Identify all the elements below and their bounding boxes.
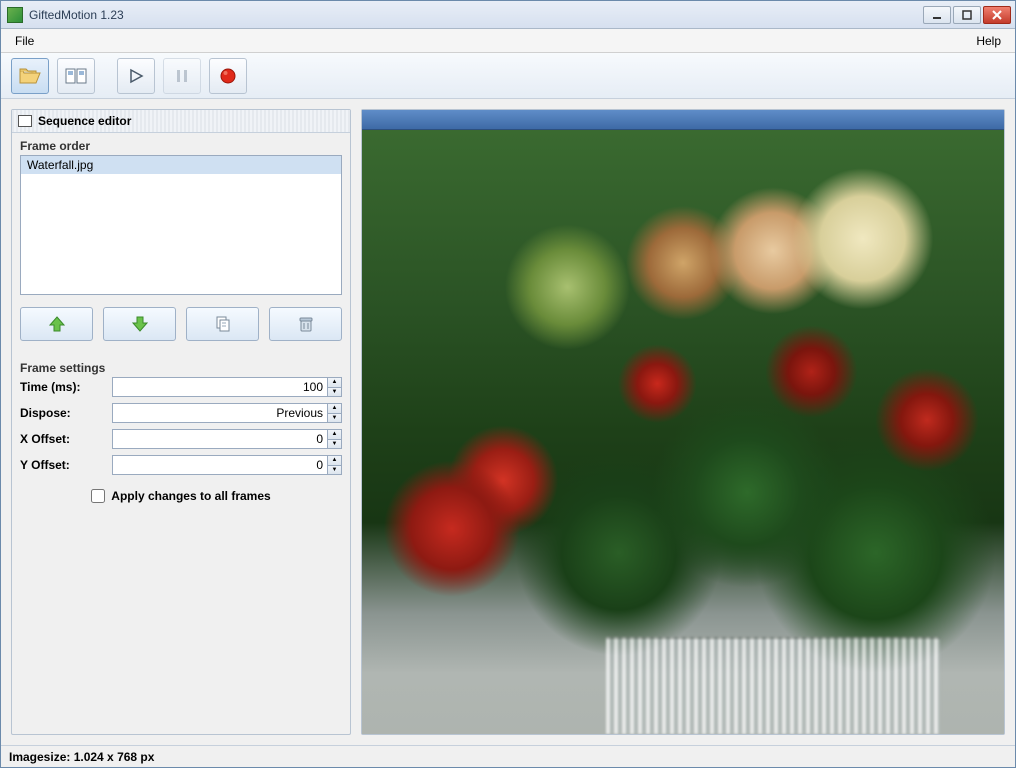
window-controls (923, 6, 1011, 24)
window-title: GiftedMotion 1.23 (29, 8, 923, 22)
xoffset-spin-down[interactable]: ▼ (328, 439, 342, 450)
pause-icon (175, 68, 189, 84)
yoffset-spin-up[interactable]: ▲ (328, 455, 342, 465)
arrow-up-icon (48, 315, 66, 333)
maximize-icon (962, 10, 972, 20)
xoffset-input[interactable] (112, 429, 328, 449)
copy-frame-button[interactable] (186, 307, 259, 341)
yoffset-spin-down[interactable]: ▼ (328, 465, 342, 476)
time-spin-up[interactable]: ▲ (328, 377, 342, 387)
status-text: Imagesize: 1.024 x 768 px (9, 750, 154, 764)
delete-frame-button[interactable] (269, 307, 342, 341)
toolbar (1, 53, 1015, 99)
record-button[interactable] (209, 58, 247, 94)
frames-button[interactable] (57, 58, 95, 94)
folder-open-icon (19, 67, 41, 85)
trash-icon (297, 315, 315, 333)
frame-order-list[interactable]: Waterfall.jpg (20, 155, 342, 295)
minimize-icon (932, 10, 942, 20)
pause-button (163, 58, 201, 94)
xoffset-spin-up[interactable]: ▲ (328, 429, 342, 439)
statusbar: Imagesize: 1.024 x 768 px (1, 745, 1015, 767)
dispose-label: Dispose: (20, 406, 112, 420)
content-area: Sequence editor Frame order Waterfall.jp… (1, 99, 1015, 745)
apply-all-label[interactable]: Apply changes to all frames (111, 489, 270, 503)
panel-header: Sequence editor (12, 110, 350, 133)
app-window: GiftedMotion 1.23 File Help (0, 0, 1016, 768)
frame-order-label: Frame order (12, 133, 350, 155)
frames-icon (65, 68, 87, 84)
dispose-input[interactable] (112, 403, 328, 423)
close-button[interactable] (983, 6, 1011, 24)
dispose-spin-down[interactable]: ▼ (328, 413, 342, 424)
copy-icon (214, 315, 232, 333)
time-label: Time (ms): (20, 380, 112, 394)
xoffset-label: X Offset: (20, 432, 112, 446)
frame-buttons (12, 295, 350, 355)
apply-all-checkbox[interactable] (91, 489, 105, 503)
time-spin-down[interactable]: ▼ (328, 387, 342, 398)
play-button[interactable] (117, 58, 155, 94)
window-icon (18, 115, 32, 127)
preview-image (362, 130, 1004, 734)
move-down-button[interactable] (103, 307, 176, 341)
yoffset-label: Y Offset: (20, 458, 112, 472)
app-icon (7, 7, 23, 23)
preview-titlebar[interactable] (362, 110, 1004, 130)
frame-settings: Time (ms): ▲ ▼ Dispose: ▲ (12, 377, 350, 515)
preview-panel (361, 109, 1005, 735)
close-icon (992, 10, 1002, 20)
play-icon (128, 68, 144, 84)
move-up-button[interactable] (20, 307, 93, 341)
maximize-button[interactable] (953, 6, 981, 24)
minimize-button[interactable] (923, 6, 951, 24)
yoffset-input[interactable] (112, 455, 328, 475)
arrow-down-icon (131, 315, 149, 333)
time-input[interactable] (112, 377, 328, 397)
dispose-spin-up[interactable]: ▲ (328, 403, 342, 413)
panel-title: Sequence editor (38, 114, 131, 128)
titlebar: GiftedMotion 1.23 (1, 1, 1015, 29)
frame-item[interactable]: Waterfall.jpg (21, 156, 341, 174)
menu-file[interactable]: File (7, 31, 42, 51)
menu-help[interactable]: Help (968, 31, 1009, 51)
menubar: File Help (1, 29, 1015, 53)
sequence-editor-panel: Sequence editor Frame order Waterfall.jp… (11, 109, 351, 735)
open-button[interactable] (11, 58, 49, 94)
frame-settings-label: Frame settings (12, 355, 350, 377)
preview-body (362, 130, 1004, 734)
record-icon (219, 67, 237, 85)
